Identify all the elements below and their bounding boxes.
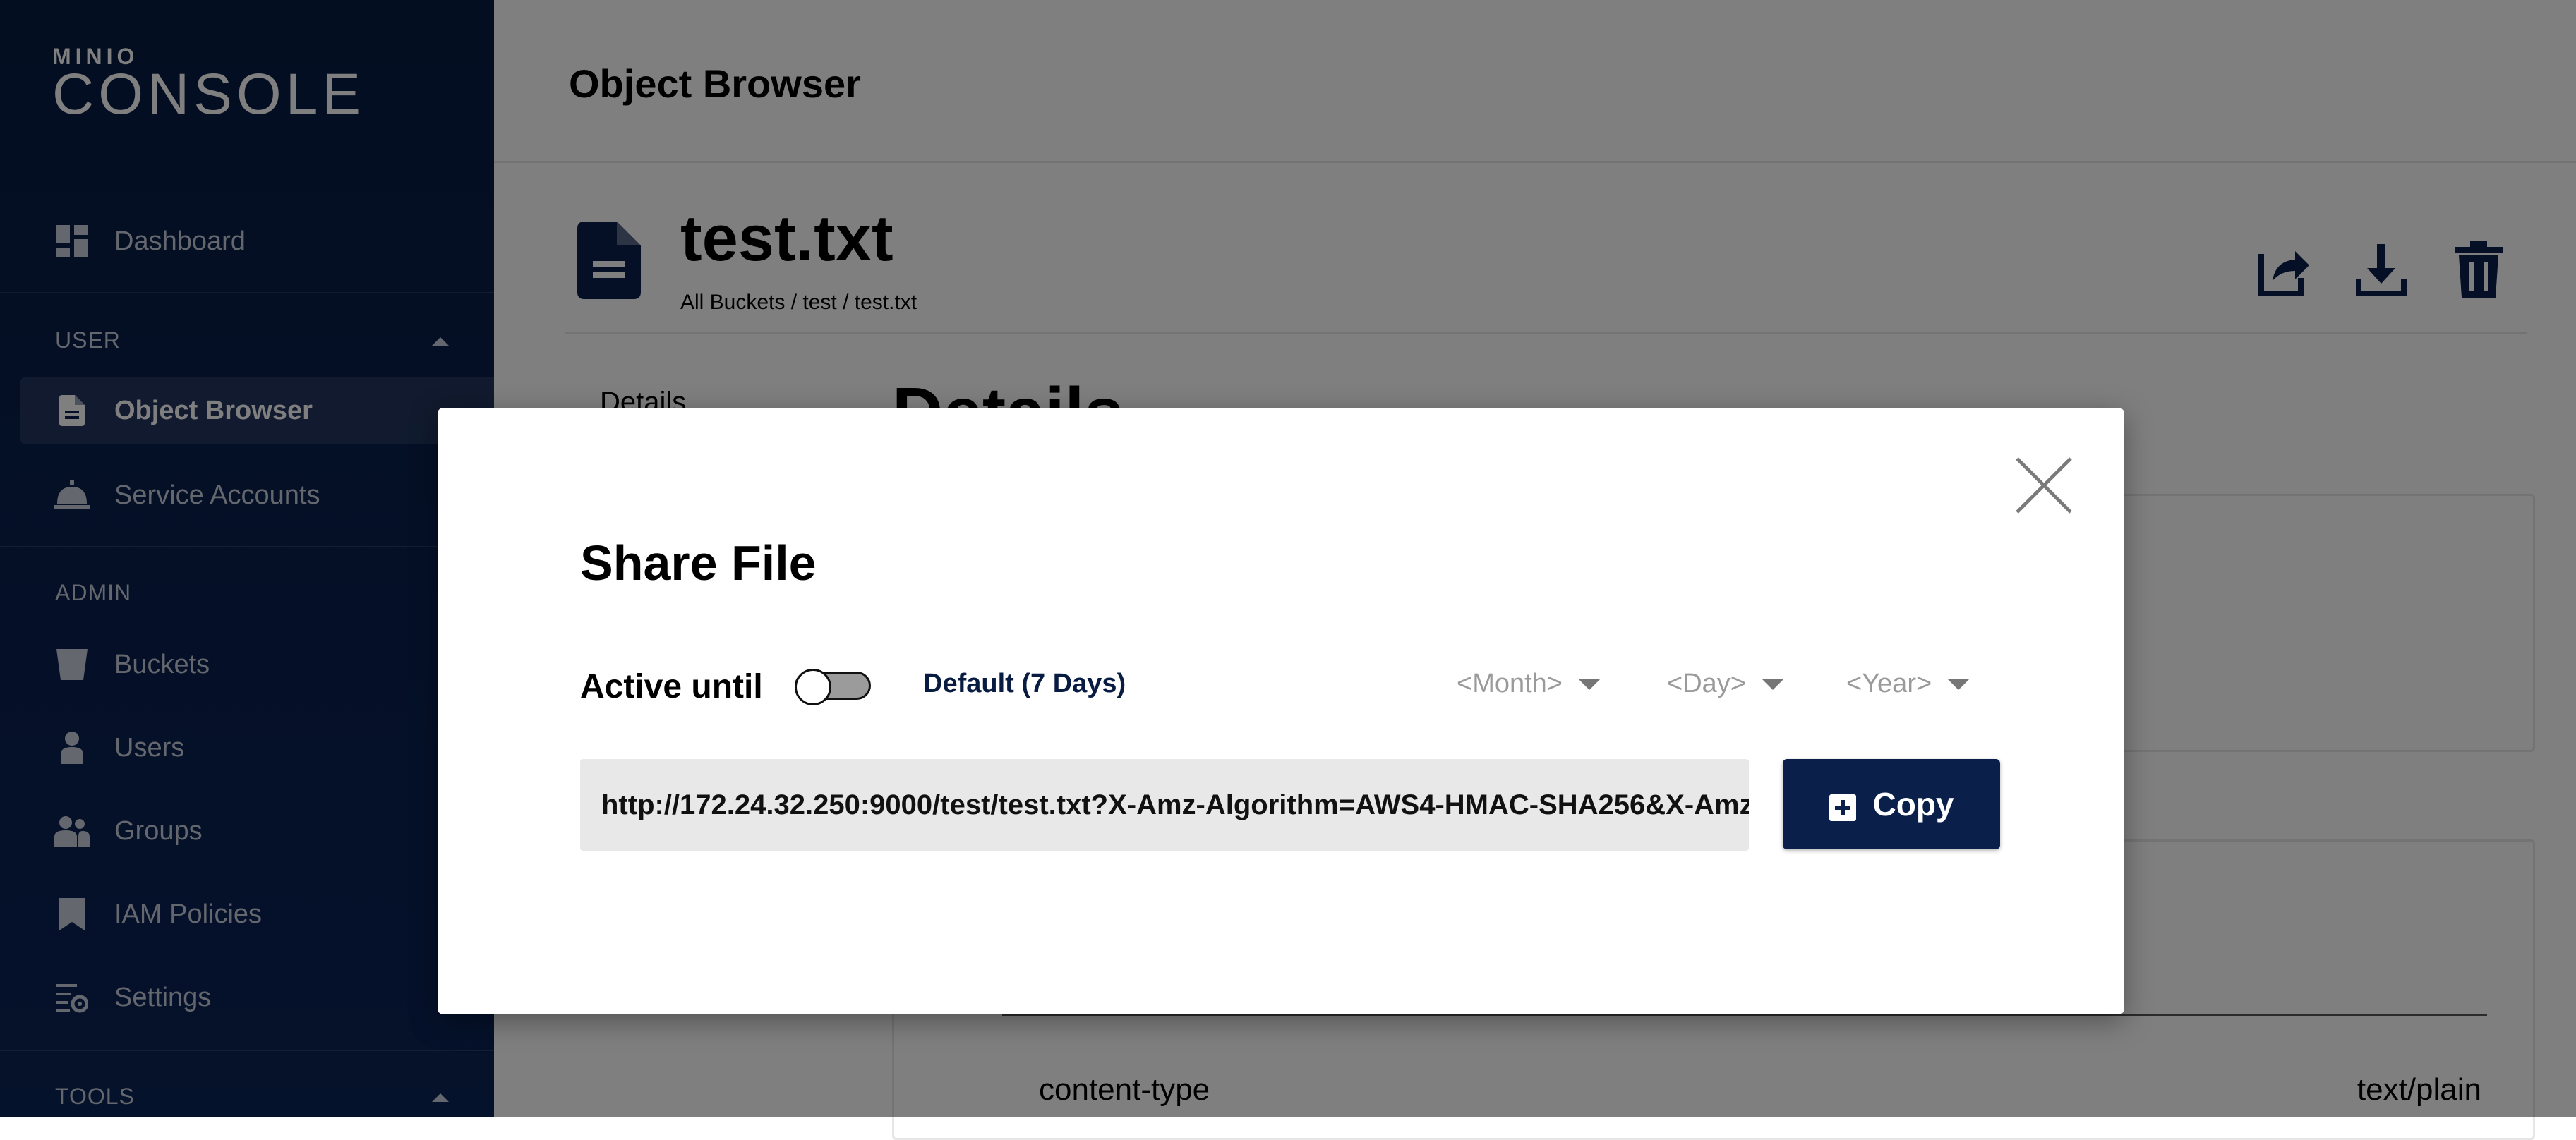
day-select-value: <Day> [1667, 669, 1746, 698]
toggle-knob [795, 669, 831, 705]
share-file-modal: Share File Active until Default (7 Days)… [438, 408, 2124, 1014]
active-until-toggle[interactable] [795, 669, 872, 705]
modal-title: Share File [580, 535, 817, 590]
month-select-value: <Month> [1457, 669, 1563, 698]
share-url-text: http://172.24.32.250:9000/test/test.txt?… [601, 789, 1749, 820]
share-url-field[interactable]: http://172.24.32.250:9000/test/test.txt?… [580, 759, 1749, 851]
day-select[interactable]: <Day> [1667, 669, 1784, 699]
year-select[interactable]: <Year> [1846, 669, 1970, 699]
chevron-down-icon [1761, 678, 1784, 690]
month-select[interactable]: <Month> [1457, 669, 1601, 699]
chevron-down-icon [1947, 678, 1970, 690]
copy-button[interactable]: Copy [1783, 759, 2000, 849]
year-select-value: <Year> [1846, 669, 1932, 698]
chevron-down-icon [1578, 678, 1601, 690]
default-duration-label: Default (7 Days) [923, 669, 1126, 698]
close-icon[interactable] [2014, 456, 2074, 515]
copy-icon [1829, 791, 1856, 821]
active-until-label: Active until [580, 668, 763, 705]
copy-button-label: Copy [1872, 786, 1954, 823]
